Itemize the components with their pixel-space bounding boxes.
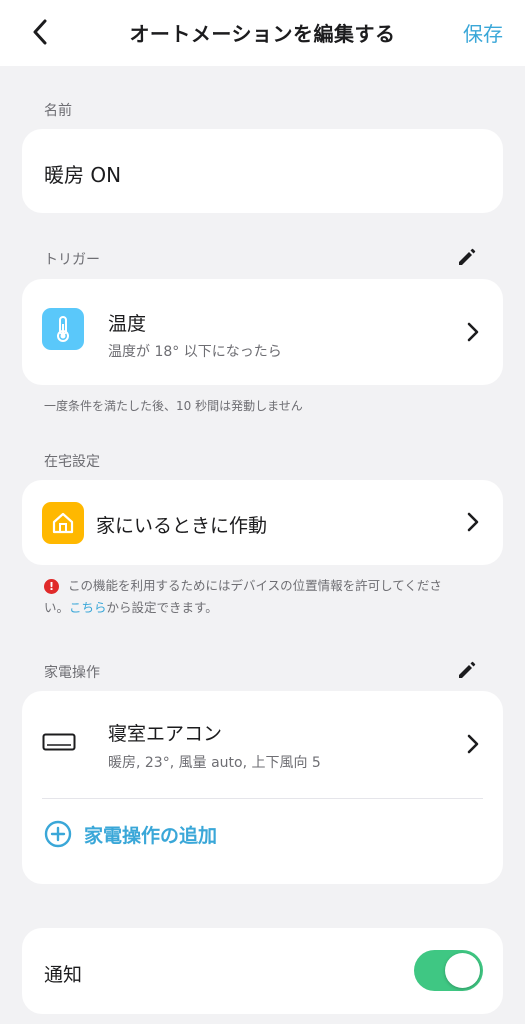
location-warning-line2: い。こちらから設定できます。 (44, 597, 218, 619)
trigger-cooldown-note: 一度条件を満たした後、10 秒間は発動しません (44, 399, 303, 413)
warning-text-a: い。 (44, 600, 70, 615)
home-icon (42, 502, 84, 544)
presence-title: 家にいるときに作動 (96, 515, 268, 537)
pencil-icon[interactable] (456, 659, 478, 681)
page-title: オートメーションを編集する (129, 22, 396, 46)
appliance-section-label: 家電操作 (44, 665, 100, 681)
warning-icon: ! (44, 579, 59, 594)
name-section-label: 名前 (44, 103, 72, 119)
notification-toggle[interactable] (414, 950, 483, 991)
add-appliance-button[interactable]: 家電操作の追加 (44, 817, 217, 851)
trigger-section-label: トリガー (44, 252, 100, 268)
add-appliance-label: 家電操作の追加 (84, 824, 218, 847)
appliance-title: 寝室エアコン (108, 723, 223, 745)
automation-name: 暖房 ON (44, 163, 122, 187)
thermometer-icon (42, 308, 84, 350)
settings-link[interactable]: こちら (69, 600, 107, 615)
presence-card[interactable]: 家にいるときに作動 (22, 480, 503, 565)
trigger-title: 温度 (108, 313, 147, 335)
trigger-subtitle: 温度が 18° 以下になったら (108, 344, 282, 360)
chevron-right-icon (465, 734, 481, 754)
divider (42, 798, 483, 799)
header-card-edge (22, 52, 503, 66)
save-button[interactable]: 保存 (463, 18, 503, 47)
trigger-card[interactable]: 温度 温度が 18° 以下になったら (22, 279, 503, 385)
appliance-card: 寝室エアコン 暖房, 23°, 風量 auto, 上下風向 5 家電操作の追加 (22, 691, 503, 884)
appliance-row[interactable]: 寝室エアコン 暖房, 23°, 風量 auto, 上下風向 5 (22, 691, 503, 797)
plus-circle-icon (44, 820, 72, 848)
notification-label: 通知 (44, 964, 83, 986)
chevron-right-icon (465, 322, 481, 342)
pencil-icon[interactable] (456, 246, 478, 268)
toggle-knob (445, 953, 480, 988)
air-conditioner-icon (42, 733, 76, 751)
appliance-subtitle: 暖房, 23°, 風量 auto, 上下風向 5 (108, 755, 321, 771)
name-card[interactable]: 暖房 ON (22, 129, 503, 213)
warning-text-b: から設定できます。 (106, 600, 218, 615)
notification-card: 通知 (22, 928, 503, 1014)
presence-section-label: 在宅設定 (44, 454, 100, 470)
location-warning-line1: この機能を利用するためにはデバイスの位置情報を許可してくださ (68, 578, 442, 593)
chevron-right-icon (465, 512, 481, 532)
